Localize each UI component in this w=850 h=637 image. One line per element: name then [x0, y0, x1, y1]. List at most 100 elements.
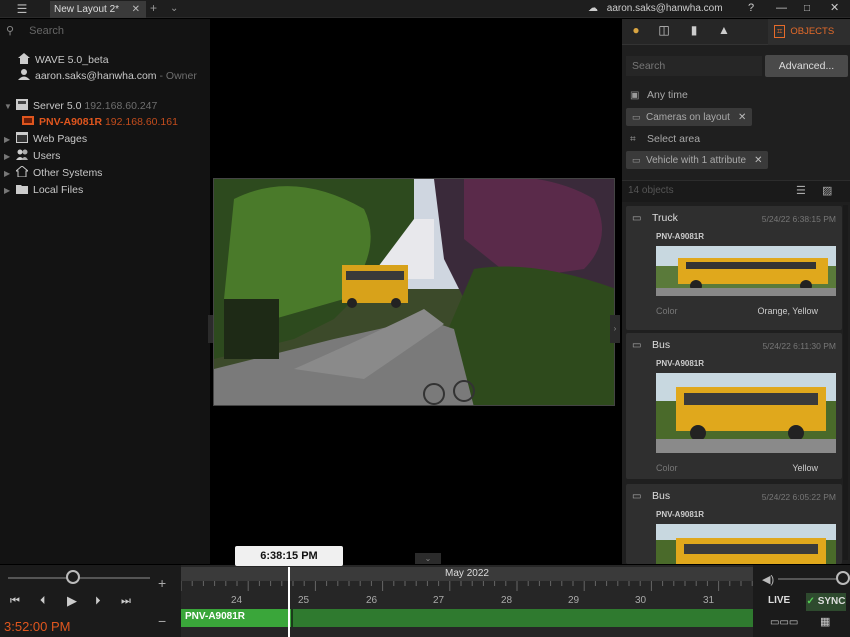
expand-arrow-icon[interactable]: ▶	[4, 149, 12, 165]
object-thumbnail	[656, 524, 836, 564]
timeline-day: 27	[433, 595, 445, 606]
timeline-cursor[interactable]	[288, 567, 290, 637]
server-icon	[16, 99, 28, 110]
calendar-icon: ▣	[630, 90, 640, 101]
timeline-toggle[interactable]: ⌄	[415, 553, 441, 564]
chip-close-icon[interactable]: ✕	[754, 155, 762, 166]
tree-item-other-systems[interactable]: ▶ Other Systems	[4, 165, 102, 181]
right-panel-toggle[interactable]: ›	[610, 315, 620, 343]
resource-search[interactable]: ⚲ Search	[6, 24, 64, 37]
calendar-icon[interactable]: ▦	[820, 615, 830, 628]
timeline-camera-label: PNV-A9081R	[185, 611, 246, 622]
vehicle-filter-chip[interactable]: ▭ Vehicle with 1 attribute ✕	[626, 151, 769, 169]
sync-button[interactable]: ✓ SYNC	[806, 593, 846, 611]
chevron-down-icon[interactable]: ⌄	[170, 0, 178, 17]
object-camera: PNV-A9081R	[656, 232, 705, 241]
advanced-button[interactable]: Advanced...	[765, 55, 848, 77]
main-menu-button[interactable]: ☰	[8, 2, 36, 16]
area-filter[interactable]: ⌗ Select area	[630, 131, 700, 147]
right-panel-tabs: ● ◫ ▮ ▲ ⌗ OBJECTS	[622, 19, 850, 45]
skip-start-icon[interactable]: ⏮	[10, 595, 20, 608]
resource-tree-panel: ⚲ Search WAVE 5.0_beta aaron.saks@hanwha…	[0, 19, 210, 564]
timeline-day: 24	[231, 595, 243, 606]
new-tab-button[interactable]: +	[150, 0, 157, 17]
cameras-filter-chip[interactable]: ▭ Cameras on layout ✕	[626, 108, 753, 126]
web-page-icon	[16, 132, 28, 143]
tree-item-system[interactable]: WAVE 5.0_beta	[18, 52, 109, 68]
bus-icon: ▭	[632, 340, 642, 351]
timeline-day: 29	[568, 595, 580, 606]
timeline-day: 31	[703, 595, 715, 606]
object-time: 5/24/22 6:11:30 PM	[762, 341, 836, 351]
tree-item-server[interactable]: ▼ Server 5.0 192.168.60.247	[4, 98, 157, 114]
object-type: Truck	[652, 212, 678, 224]
thumbnails-icon[interactable]: ▭▭▭	[770, 617, 798, 628]
timeline-month: May 2022	[181, 567, 753, 581]
volume-slider[interactable]	[778, 578, 836, 580]
layout-tab[interactable]: New Layout 2* ✕	[50, 1, 146, 18]
expand-arrow-icon[interactable]: ▼	[4, 99, 12, 115]
object-card[interactable]: ▭ Bus 5/24/22 6:11:30 PM PNV-A9081R Color…	[626, 333, 842, 479]
zoom-in-button[interactable]: +	[158, 575, 166, 591]
tab-notifications-icon[interactable]: ●	[628, 23, 644, 39]
expand-arrow-icon[interactable]: ▶	[4, 132, 12, 148]
play-icon[interactable]: ▶	[67, 593, 77, 609]
list-view-icon[interactable]: ☰	[796, 184, 806, 197]
user-account-button[interactable]: ☁ aaron.saks@hanwha.com	[588, 0, 723, 17]
minimize-button[interactable]: —	[776, 0, 787, 16]
playback-bar: + ⏮ ⏴ ▶ ⏵ ⏭ − 3:52:00 PM May 2022 24 25 …	[0, 565, 850, 637]
zoom-out-button[interactable]: −	[158, 613, 166, 629]
camera-video-item[interactable]	[213, 178, 615, 406]
object-time: 5/24/22 6:05:22 PM	[761, 492, 836, 502]
tree-item-user[interactable]: aaron.saks@hanwha.com - Owner	[18, 68, 197, 84]
notification-panel: ● ◫ ▮ ▲ ⌗ OBJECTS Search Advanced... ▣ Any…	[622, 19, 850, 564]
close-window-button[interactable]: ✕	[830, 0, 839, 17]
tab-events-icon[interactable]: ▲	[716, 23, 732, 39]
object-camera: PNV-A9081R	[656, 359, 705, 368]
timeline-day: 30	[635, 595, 647, 606]
object-thumbnail	[656, 373, 836, 453]
objects-tab-label: OBJECTS	[790, 26, 835, 37]
time-filter[interactable]: ▣ Any time	[630, 87, 688, 103]
speed-slider-knob[interactable]	[66, 570, 80, 584]
recording-segment	[293, 609, 753, 627]
object-card[interactable]: ▭ Truck 5/24/22 6:38:15 PM PNV-A9081R Col…	[626, 206, 842, 330]
tab-motion-icon[interactable]: ◫	[656, 23, 672, 39]
search-icon: ⚲	[6, 25, 15, 37]
object-thumbnail	[656, 246, 836, 296]
menu-icon: ☰	[16, 2, 28, 16]
previous-frame-icon[interactable]: ⏴	[40, 595, 46, 608]
timeline-ticks	[181, 581, 753, 591]
expand-arrow-icon[interactable]: ▶	[4, 166, 12, 182]
volume-icon[interactable]: ◀)	[762, 573, 774, 586]
tree-item-camera[interactable]: PNV-A9081R 192.168.60.161	[22, 114, 178, 130]
tree-item-local-files[interactable]: ▶ Local Files	[4, 182, 83, 198]
volume-slider-knob[interactable]	[836, 571, 850, 585]
live-button[interactable]: LIVE	[768, 595, 790, 606]
users-icon	[16, 149, 28, 160]
chip-close-icon[interactable]: ✕	[738, 112, 746, 123]
objects-search-input[interactable]: Search	[626, 56, 762, 76]
tree-item-users[interactable]: ▶ Users	[4, 148, 60, 164]
object-type: Bus	[652, 339, 671, 351]
object-card[interactable]: ▭ Bus 5/24/22 6:05:22 PM PNV-A9081R	[626, 484, 842, 564]
tab-objects[interactable]: ⌗ OBJECTS	[768, 19, 850, 45]
skip-end-icon[interactable]: ⏭	[121, 595, 131, 608]
object-camera: PNV-A9081R	[656, 510, 705, 519]
objects-list-header: 14 objects ☰ ▨	[622, 180, 850, 202]
sync-check-icon: ✓	[806, 596, 815, 607]
timeline[interactable]: May 2022 24 25 26 27 28 29 30 31 PNV-A90…	[181, 565, 753, 637]
objects-scrollbar[interactable]	[843, 205, 848, 560]
tab-close-icon[interactable]: ✕	[132, 1, 140, 18]
help-button[interactable]: ?	[748, 0, 754, 17]
user-icon	[18, 69, 30, 80]
other-systems-icon	[14, 165, 30, 178]
tree-item-web-pages[interactable]: ▶ Web Pages	[4, 131, 87, 147]
maximize-button[interactable]: □	[804, 0, 810, 17]
next-frame-icon[interactable]: ⏵	[95, 595, 101, 608]
resource-search-placeholder: Search	[29, 25, 64, 37]
tab-bookmarks-icon[interactable]: ▮	[686, 23, 702, 39]
user-email: aaron.saks@hanwha.com	[606, 3, 723, 14]
expand-arrow-icon[interactable]: ▶	[4, 183, 12, 199]
thumbnail-view-icon[interactable]: ▨	[822, 184, 832, 197]
